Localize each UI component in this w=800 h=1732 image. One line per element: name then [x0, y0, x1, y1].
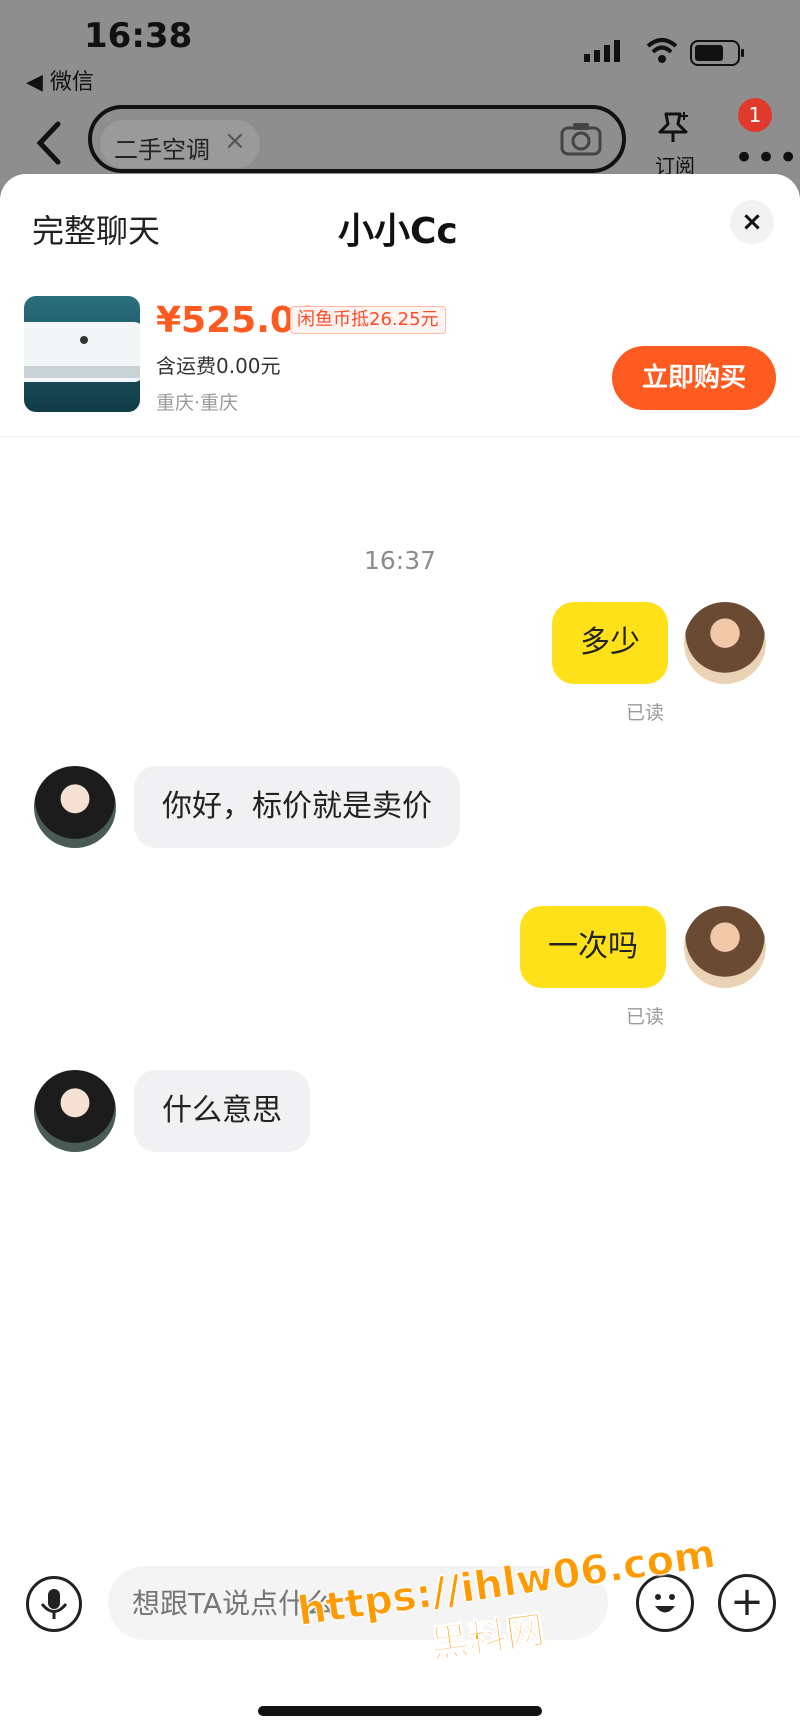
chat-timestamp: 16:37 — [364, 546, 437, 575]
close-button[interactable]: × — [730, 200, 774, 244]
microphone-icon — [40, 1589, 68, 1619]
read-receipt: 已读 — [626, 702, 665, 724]
back-to-wechat-link[interactable]: ◀ 微信 — [26, 64, 94, 96]
message-bubble-me[interactable]: 一次吗 — [520, 906, 666, 988]
coin-discount-badge: 闲鱼币抵26.25元 — [290, 306, 446, 334]
chat-partner-name: 小小Cc — [338, 211, 458, 252]
back-arrow-icon[interactable] — [30, 118, 70, 168]
seller-avatar[interactable] — [34, 1070, 116, 1152]
read-receipt: 已读 — [626, 1006, 665, 1028]
camera-icon[interactable] — [560, 122, 602, 156]
message-bubble-seller[interactable]: 什么意思 — [134, 1070, 310, 1152]
cellular-signal-icon — [584, 40, 620, 62]
search-keyword-label: 二手空调 — [114, 136, 210, 164]
shipping-fee: 含运费0.00元 — [156, 354, 281, 378]
clear-keyword-icon[interactable]: × — [224, 126, 246, 156]
home-indicator[interactable] — [258, 1706, 542, 1716]
seller-avatar[interactable] — [34, 766, 116, 848]
air-conditioner-grill — [24, 366, 140, 378]
status-time: 16:38 — [84, 16, 193, 56]
wifi-icon — [646, 38, 678, 63]
subscribe-pin-icon[interactable] — [656, 110, 692, 146]
divider — [0, 436, 800, 437]
more-menu-icon[interactable]: ••• — [734, 138, 800, 178]
my-avatar[interactable] — [684, 602, 766, 684]
product-thumbnail[interactable] — [24, 296, 140, 412]
battery-icon — [690, 40, 744, 66]
message-bubble-seller[interactable]: 你好，标价就是卖价 — [134, 766, 460, 848]
voice-input-button[interactable] — [26, 1576, 82, 1632]
air-conditioner-indicator — [80, 336, 88, 344]
my-avatar[interactable] — [684, 906, 766, 988]
notification-badge: 1 — [738, 98, 772, 132]
add-attachment-button[interactable]: + — [718, 1574, 776, 1632]
message-bubble-me[interactable]: 多少 — [552, 602, 668, 684]
full-chat-link[interactable]: 完整聊天 — [32, 206, 160, 252]
buy-now-button[interactable]: 立即购买 — [612, 346, 776, 410]
product-location: 重庆·重庆 — [156, 392, 239, 414]
